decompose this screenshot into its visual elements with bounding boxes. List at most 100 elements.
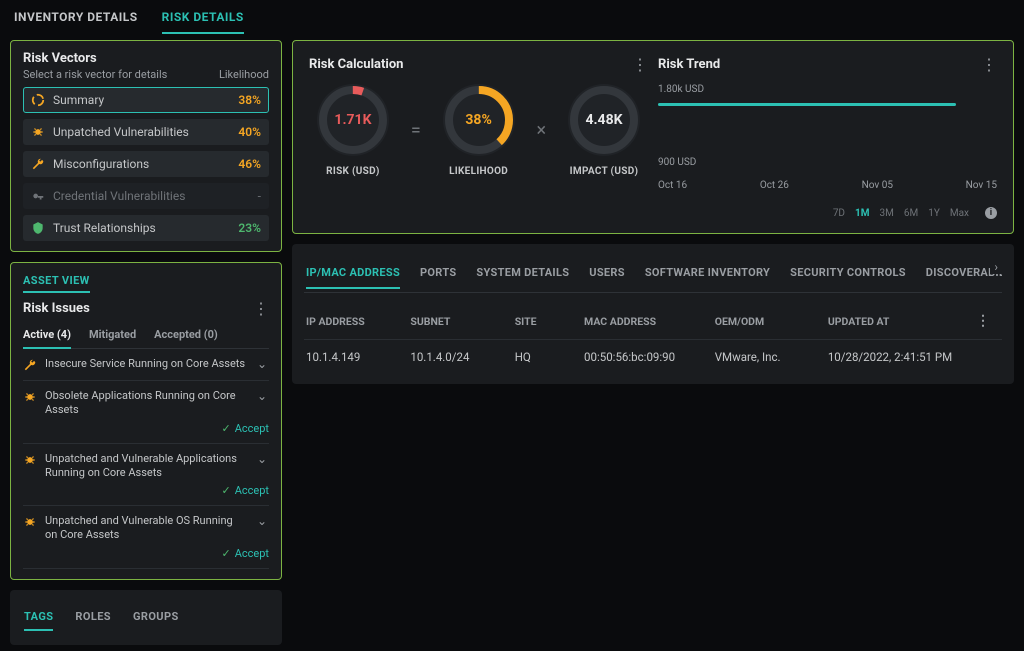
- cell-updated: 10/28/2022, 2:41:51 PM: [828, 350, 968, 364]
- range-option[interactable]: 3M: [880, 208, 894, 219]
- risk-issue-item: Obsolete Applications Running on Core As…: [23, 381, 269, 444]
- risk-vector-item[interactable]: Misconfigurations 46%: [23, 151, 269, 177]
- risk-vector-pct: 40%: [238, 125, 261, 139]
- col-subnet: SUBNET: [410, 315, 506, 328]
- chevron-down-icon[interactable]: ⌄: [255, 357, 269, 371]
- range-option[interactable]: 7D: [833, 208, 845, 219]
- risk-calculation-title: Risk Calculation: [309, 57, 403, 72]
- risk-vectors-title: Risk Vectors: [23, 51, 167, 66]
- risk-vector-label: Credential Vulnerabilities: [53, 189, 185, 203]
- risk-vector-pct: 46%: [238, 157, 261, 171]
- cell-site: HQ: [515, 350, 576, 364]
- tags-roles-groups-panel: TAGS ROLES GROUPS: [10, 590, 282, 645]
- col-ip: IP ADDRESS: [306, 315, 402, 328]
- risk-circle: 1.71K: [317, 84, 389, 156]
- risk-vectors-subtitle: Select a risk vector for details: [23, 68, 167, 81]
- risk-vector-pct: 38%: [238, 93, 261, 107]
- issue-text: Insecure Service Running on Core Assets: [45, 357, 247, 371]
- range-option[interactable]: 1Y: [928, 208, 940, 219]
- accept-link[interactable]: Accept: [23, 422, 269, 435]
- issue-text: Unpatched and Vulnerable OS Running on C…: [45, 514, 247, 543]
- trend-y-label-top: 1.80k USD: [658, 84, 997, 95]
- cell-subnet: 10.1.4.0/24: [410, 350, 506, 364]
- range-option[interactable]: Max: [950, 208, 969, 219]
- risk-label: RISK (USD): [326, 166, 380, 177]
- more-icon[interactable]: ⋮: [976, 313, 1000, 329]
- trend-chart: [658, 101, 997, 151]
- tab-tags[interactable]: TAGS: [24, 604, 53, 631]
- credential-icon: [31, 189, 45, 203]
- impact-value: 4.48K: [585, 112, 622, 128]
- tab-risk-details[interactable]: RISK DETAILS: [162, 10, 244, 34]
- x-tick: Oct 16: [658, 180, 687, 191]
- risk-vector-item[interactable]: Unpatched Vulnerabilities 40%: [23, 119, 269, 145]
- tab-issues-accepted[interactable]: Accepted (0): [154, 324, 218, 348]
- detail-tab[interactable]: SECURITY CONTROLS: [790, 258, 906, 288]
- issue-text: Unpatched and Vulnerable Applications Ru…: [45, 452, 247, 481]
- risk-vector-label: Misconfigurations: [53, 157, 149, 171]
- cell-mac: 00:50:56:bc:09:90: [584, 350, 707, 364]
- tab-issues-mitigated[interactable]: Mitigated: [89, 324, 136, 348]
- range-option[interactable]: 6M: [904, 208, 918, 219]
- tab-groups[interactable]: GROUPS: [133, 604, 179, 631]
- detail-tab[interactable]: USERS: [589, 258, 625, 288]
- more-icon[interactable]: ⋮: [253, 299, 269, 318]
- more-icon[interactable]: ⋮: [981, 55, 997, 74]
- risk-vector-label: Summary: [53, 93, 104, 107]
- risk-vector-label: Trust Relationships: [53, 221, 156, 235]
- detail-tab[interactable]: PORTS: [420, 258, 456, 288]
- chevron-down-icon[interactable]: ⌄: [255, 452, 269, 466]
- impact-label: IMPACT (USD): [570, 166, 639, 177]
- accept-link[interactable]: Accept: [23, 484, 269, 497]
- col-site: SITE: [515, 315, 576, 328]
- detail-tab[interactable]: SOFTWARE INVENTORY: [645, 258, 770, 288]
- col-updated: UPDATED AT: [828, 315, 968, 328]
- risk-issue-item: Unpatched and Vulnerable OS Running on C…: [23, 506, 269, 569]
- detail-tab[interactable]: SYSTEM DETAILS: [476, 258, 569, 288]
- risk-vector-pct: -: [258, 189, 261, 203]
- trust-icon: [31, 221, 45, 235]
- tab-asset-view[interactable]: ASSET VIEW: [23, 274, 90, 293]
- tab-roles[interactable]: ROLES: [75, 604, 111, 631]
- detail-tab[interactable]: IP/MAC ADDRESS: [306, 258, 400, 289]
- multiply-icon: ×: [537, 120, 547, 141]
- likelihood-value: 38%: [465, 112, 491, 128]
- chevron-down-icon[interactable]: ⌄: [255, 389, 269, 403]
- bug-icon: [31, 125, 45, 139]
- risk-vectors-panel: Risk Vectors Select a risk vector for de…: [10, 40, 282, 252]
- wrench-icon: [31, 157, 45, 171]
- trend-y-label-mid: 900 USD: [658, 157, 997, 168]
- tab-issues-active[interactable]: Active (4): [23, 324, 71, 349]
- impact-circle: 4.48K: [568, 84, 640, 156]
- risk-trend-title: Risk Trend: [658, 57, 720, 72]
- risk-value: 1.71K: [334, 112, 371, 128]
- table-row[interactable]: 10.1.4.149 10.1.4.0/24 HQ 00:50:56:bc:09…: [304, 340, 1002, 374]
- col-mac: MAC ADDRESS: [584, 315, 707, 328]
- x-tick: Nov 05: [862, 180, 893, 191]
- risk-top-panel: Risk Calculation ⋮ 1.71K RISK (USD) =: [292, 40, 1014, 234]
- equals-icon: =: [411, 120, 421, 141]
- wrench-icon: [23, 358, 37, 372]
- risk-vector-item[interactable]: Trust Relationships 23%: [23, 215, 269, 241]
- risk-vector-label: Unpatched Vulnerabilities: [53, 125, 189, 139]
- more-icon[interactable]: ⋮: [632, 55, 648, 74]
- risk-vector-item: Credential Vulnerabilities -: [23, 183, 269, 209]
- scroll-right-icon[interactable]: ›: [990, 260, 1002, 274]
- cell-oem: VMware, Inc.: [715, 350, 820, 364]
- likelihood-circle: 38%: [443, 84, 515, 156]
- accept-link[interactable]: Accept: [23, 547, 269, 560]
- likelihood-label: LIKELIHOOD: [449, 166, 508, 177]
- info-icon[interactable]: i: [985, 207, 997, 219]
- risk-vector-pct: 23%: [238, 221, 261, 235]
- risk-issue-item: Unpatched and Vulnerable Applications Ru…: [23, 444, 269, 507]
- chevron-down-icon[interactable]: ⌄: [255, 514, 269, 528]
- tab-inventory-details[interactable]: INVENTORY DETAILS: [14, 10, 138, 34]
- issue-text: Obsolete Applications Running on Core As…: [45, 389, 247, 418]
- range-option[interactable]: 1M: [855, 208, 870, 219]
- risk-vector-item[interactable]: Summary 38%: [23, 87, 269, 113]
- col-oem: OEM/ODM: [715, 315, 820, 328]
- trend-x-ticks: Oct 16Oct 26Nov 05Nov 15: [658, 180, 997, 191]
- bug-icon: [23, 390, 37, 404]
- top-tabs: INVENTORY DETAILS RISK DETAILS: [0, 0, 1024, 34]
- detail-panel: IP/MAC ADDRESS PORTS SYSTEM DETAILS USERS SO…: [292, 244, 1014, 384]
